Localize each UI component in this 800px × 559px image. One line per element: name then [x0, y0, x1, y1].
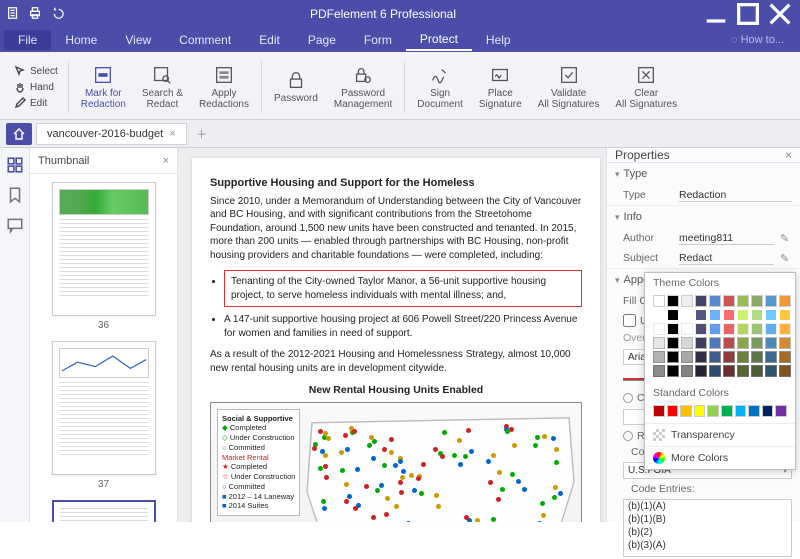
- thumbnail-close-icon[interactable]: ×: [163, 155, 169, 167]
- tool-edit[interactable]: Edit: [14, 96, 58, 110]
- menu-comment[interactable]: Comment: [165, 30, 245, 50]
- maximize-button[interactable]: [734, 4, 762, 24]
- doc-para: Since 2010, under a Memorandum of Unders…: [210, 195, 582, 263]
- theme-colors-label: Theme Colors: [645, 273, 795, 293]
- thumbnail-panel-title: Thumbnail: [38, 155, 89, 167]
- type-value: Redaction: [679, 188, 792, 202]
- redaction-code-radio[interactable]: [623, 431, 633, 441]
- doc-bullet: A 147-unit supportive housing project at…: [224, 313, 582, 340]
- document-tab[interactable]: vancouver-2016-budget×: [36, 123, 187, 145]
- document-page: Supportive Housing and Support for the H…: [192, 158, 600, 522]
- doc-para: As a result of the 2012-2021 Housing and…: [210, 348, 582, 375]
- doc-heading: Supportive Housing and Support for the H…: [210, 176, 582, 191]
- standard-color-row[interactable]: [645, 403, 795, 423]
- standard-colors-label: Standard Colors: [645, 383, 795, 403]
- mark-redaction-button[interactable]: Mark for Redaction: [73, 55, 134, 119]
- color-red[interactable]: [623, 378, 645, 381]
- menu-edit[interactable]: Edit: [245, 30, 294, 50]
- menu-file[interactable]: File: [4, 30, 51, 50]
- menu-view[interactable]: View: [111, 30, 165, 50]
- password-mgmt-button[interactable]: Password Management: [326, 55, 400, 119]
- qat-print-icon[interactable]: [28, 6, 42, 23]
- tab-close-icon[interactable]: ×: [169, 128, 175, 140]
- doc-subheading: New Rental Housing Units Enabled: [210, 383, 582, 397]
- rail-comment-icon[interactable]: [6, 216, 24, 234]
- qat-undo-icon[interactable]: [50, 6, 64, 23]
- code-entries-list[interactable]: (b)(1)(A) (b)(1)(B) (b)(2) (b)(3)(A): [623, 499, 792, 557]
- place-signature-button[interactable]: Place Signature: [471, 55, 530, 119]
- thumbnail-page[interactable]: 37: [52, 341, 156, 490]
- thumbnail-page-selected[interactable]: 38: [52, 500, 156, 522]
- edit-icon[interactable]: ✎: [780, 232, 792, 245]
- add-tab-button[interactable]: ＋: [191, 123, 213, 145]
- map-figure: Social & Supportive ◆ Completed ◇ Under …: [210, 402, 582, 522]
- transparency-link[interactable]: Transparency: [645, 423, 795, 446]
- properties-close-icon[interactable]: ×: [785, 148, 792, 162]
- rail-thumbnails-icon[interactable]: [6, 156, 24, 174]
- password-button[interactable]: Password: [266, 55, 326, 119]
- howto-link[interactable]: ◌ How to...: [731, 34, 796, 46]
- section-type[interactable]: Type: [607, 163, 800, 185]
- minimize-button[interactable]: [702, 4, 730, 24]
- apply-redactions-button[interactable]: Apply Redactions: [191, 55, 257, 119]
- author-field[interactable]: meeting811: [679, 231, 774, 245]
- rail-bookmark-icon[interactable]: [6, 186, 24, 204]
- redaction-mark[interactable]: Tenanting of the City-owned Taylor Manor…: [224, 270, 582, 307]
- menu-help[interactable]: Help: [472, 30, 525, 50]
- subject-field[interactable]: Redact: [679, 251, 774, 265]
- thumbnail-page[interactable]: 36: [52, 182, 156, 331]
- app-title: PDFelement 6 Professional: [64, 7, 702, 21]
- close-button[interactable]: [766, 4, 794, 24]
- color-picker-popup: Theme Colors Standard Colors Transparenc…: [644, 272, 796, 470]
- overlay-checkbox[interactable]: [623, 314, 636, 327]
- custom-text-radio[interactable]: [623, 393, 633, 403]
- search-redact-button[interactable]: Search & Redact: [134, 55, 191, 119]
- clear-signatures-button[interactable]: Clear All Signatures: [607, 55, 685, 119]
- edit-icon[interactable]: ✎: [780, 252, 792, 265]
- tool-hand[interactable]: Hand: [14, 80, 58, 94]
- menu-home[interactable]: Home: [51, 30, 111, 50]
- theme-color-grid[interactable]: [645, 293, 795, 383]
- tool-select[interactable]: Select: [14, 64, 58, 78]
- qat-file-icon[interactable]: [6, 6, 20, 23]
- sign-document-button[interactable]: Sign Document: [409, 55, 471, 119]
- more-colors-link[interactable]: More Colors: [645, 446, 795, 469]
- properties-title: Properties: [615, 148, 670, 162]
- section-info[interactable]: Info: [607, 206, 800, 228]
- validate-signatures-button[interactable]: Validate All Signatures: [530, 55, 608, 119]
- menu-page[interactable]: Page: [294, 30, 350, 50]
- home-tab-button[interactable]: [6, 123, 32, 145]
- menu-protect[interactable]: Protect: [406, 29, 472, 51]
- menu-form[interactable]: Form: [350, 30, 406, 50]
